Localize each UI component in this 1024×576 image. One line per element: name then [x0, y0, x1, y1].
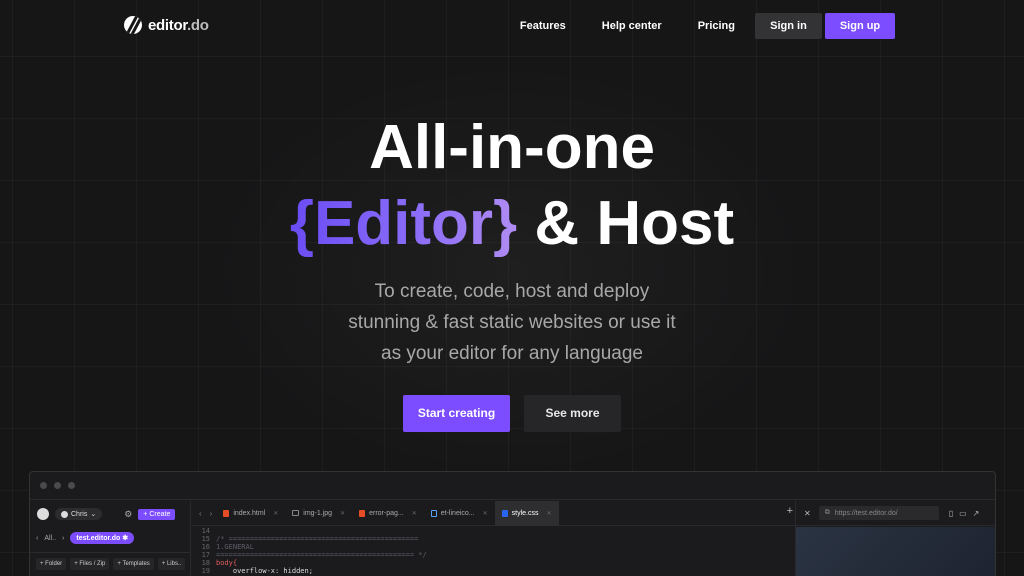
code-content[interactable]: 14 15/* ================================… [192, 527, 795, 575]
close-icon[interactable]: ✕ [483, 510, 488, 517]
code-editor-area: ‹ › index.html ✕ img-1.jpg ✕ error-pag... ✕… [192, 500, 795, 576]
add-templates-button[interactable]: + Templates [113, 557, 154, 570]
code-line: 16 1.GENERAL [201, 543, 254, 551]
add-folder-button[interactable]: + Folder [36, 557, 67, 570]
preview-content [796, 527, 995, 576]
tab-index-html[interactable]: index.html ✕ [216, 501, 285, 526]
add-files-button[interactable]: + Files / Zip [70, 557, 110, 570]
user-avatar-icon [61, 510, 68, 518]
close-icon[interactable]: ✕ [273, 510, 278, 517]
editor-body: Chris ⌄ ⚙ + Create ‹ All.. › test.editor… [30, 500, 995, 576]
nav-link-help-center[interactable]: Help center [584, 13, 680, 39]
create-button[interactable]: + Create [138, 508, 176, 520]
domain-badge[interactable]: test.editor.do ✱ [70, 532, 135, 544]
tab-error-page[interactable]: error-pag... ✕ [352, 501, 424, 526]
close-icon[interactable]: ✕ [412, 510, 417, 517]
window-dot-icon [40, 482, 47, 489]
nav-links: Features Help center Pricing Sign in Sig… [502, 13, 895, 39]
user-name: Chris [71, 510, 88, 518]
top-nav: editor.do Features Help center Pricing S… [0, 0, 1024, 52]
add-libs-button[interactable]: + Libs.. [157, 557, 186, 570]
sidebar-actions: + Folder + Files / Zip + Templates + Lib… [30, 552, 190, 574]
hero-title-line-1: All-in-one [369, 113, 655, 182]
hero-subtitle: To create, code, host and deploy stunnin… [0, 276, 1024, 369]
code-line: 19 overflow-x: hidden; [201, 567, 313, 575]
nav-link-pricing[interactable]: Pricing [680, 13, 753, 39]
hero-cta-group: Start creating See more [403, 395, 621, 432]
user-menu[interactable]: Chris ⌄ [55, 508, 103, 520]
hero-subtitle-line-3: as your editor for any language [381, 343, 643, 364]
tab-et-lineicons[interactable]: et-lineico... ✕ [424, 501, 495, 526]
chevron-down-icon: ⌄ [90, 511, 97, 518]
hero-title-rest: & Host [517, 189, 735, 258]
desktop-view-icon[interactable]: ▭ [959, 509, 967, 518]
html-file-icon [359, 509, 366, 517]
image-file-icon [292, 510, 300, 516]
code-line: 14 [201, 527, 210, 535]
preview-url-field[interactable]: ⧉ https://test.editor.do/ [818, 506, 939, 520]
editor-sidebar: Chris ⌄ ⚙ + Create ‹ All.. › test.editor… [30, 501, 191, 576]
tab-style-css[interactable]: style.css ✕ [494, 500, 559, 526]
file-tabs: ‹ › index.html ✕ img-1.jpg ✕ error-pag... ✕… [192, 500, 795, 526]
css-file-icon [501, 509, 508, 517]
preview-toolbar: ✕ ⧉ https://test.editor.do/ ▯ ▭ ↗ [796, 501, 995, 526]
code-line: 18 body{ [201, 559, 238, 567]
copy-icon: ⧉ [824, 509, 830, 516]
close-icon[interactable]: ✕ [804, 509, 811, 518]
close-icon[interactable]: ✕ [340, 510, 345, 517]
back-all-link[interactable]: All.. [44, 535, 56, 542]
code-line: 15/* ===================================… [201, 535, 419, 543]
logo[interactable]: editor.do [124, 16, 209, 34]
see-more-button[interactable]: See more [524, 395, 621, 432]
mobile-view-icon[interactable]: ▯ [949, 509, 953, 518]
font-file-icon [430, 509, 437, 517]
window-titlebar [30, 472, 995, 500]
window-dot-icon [54, 482, 61, 489]
nav-link-features[interactable]: Features [502, 13, 584, 39]
sidebar-breadcrumb: ‹ All.. › test.editor.do ✱ [30, 527, 190, 549]
live-preview-pane: ✕ ⧉ https://test.editor.do/ ▯ ▭ ↗ [795, 501, 995, 576]
chevron-right-icon: › [62, 534, 65, 542]
code-line: 17 ======================================… [201, 551, 427, 559]
sign-in-button[interactable]: Sign in [755, 13, 822, 39]
chevron-right-icon[interactable]: › [206, 509, 217, 518]
tab-img-1-jpg[interactable]: img-1.jpg ✕ [285, 501, 352, 526]
open-external-icon[interactable]: ↗ [973, 509, 980, 518]
sidebar-header: Chris ⌄ ⚙ + Create [30, 501, 190, 527]
hero-subtitle-line-2: stunning & fast static websites or use i… [348, 312, 676, 333]
chevron-left-icon[interactable]: ‹ [195, 509, 206, 518]
start-creating-button[interactable]: Start creating [403, 395, 510, 432]
close-icon[interactable]: ✕ [547, 510, 552, 517]
chevron-left-icon[interactable]: ‹ [36, 535, 38, 542]
add-tab-icon[interactable]: + [787, 505, 793, 517]
sign-up-button[interactable]: Sign up [825, 13, 895, 39]
device-toggle-group: ▯ ▭ ↗ [949, 509, 980, 518]
gear-icon[interactable]: ⚙ [124, 509, 132, 520]
logo-mark-icon [124, 16, 142, 34]
html-file-icon [223, 509, 230, 517]
window-dot-icon [68, 482, 75, 489]
editor-preview-window: Chris ⌄ ⚙ + Create ‹ All.. › test.editor… [29, 471, 996, 576]
hero-title-line-2: {Editor} & Host [0, 188, 1024, 260]
hero-subtitle-line-1: To create, code, host and deploy [374, 281, 650, 302]
editor-logo-icon [37, 508, 49, 520]
hero-title-highlight: {Editor} [289, 189, 518, 258]
logo-text: editor.do [148, 16, 209, 34]
